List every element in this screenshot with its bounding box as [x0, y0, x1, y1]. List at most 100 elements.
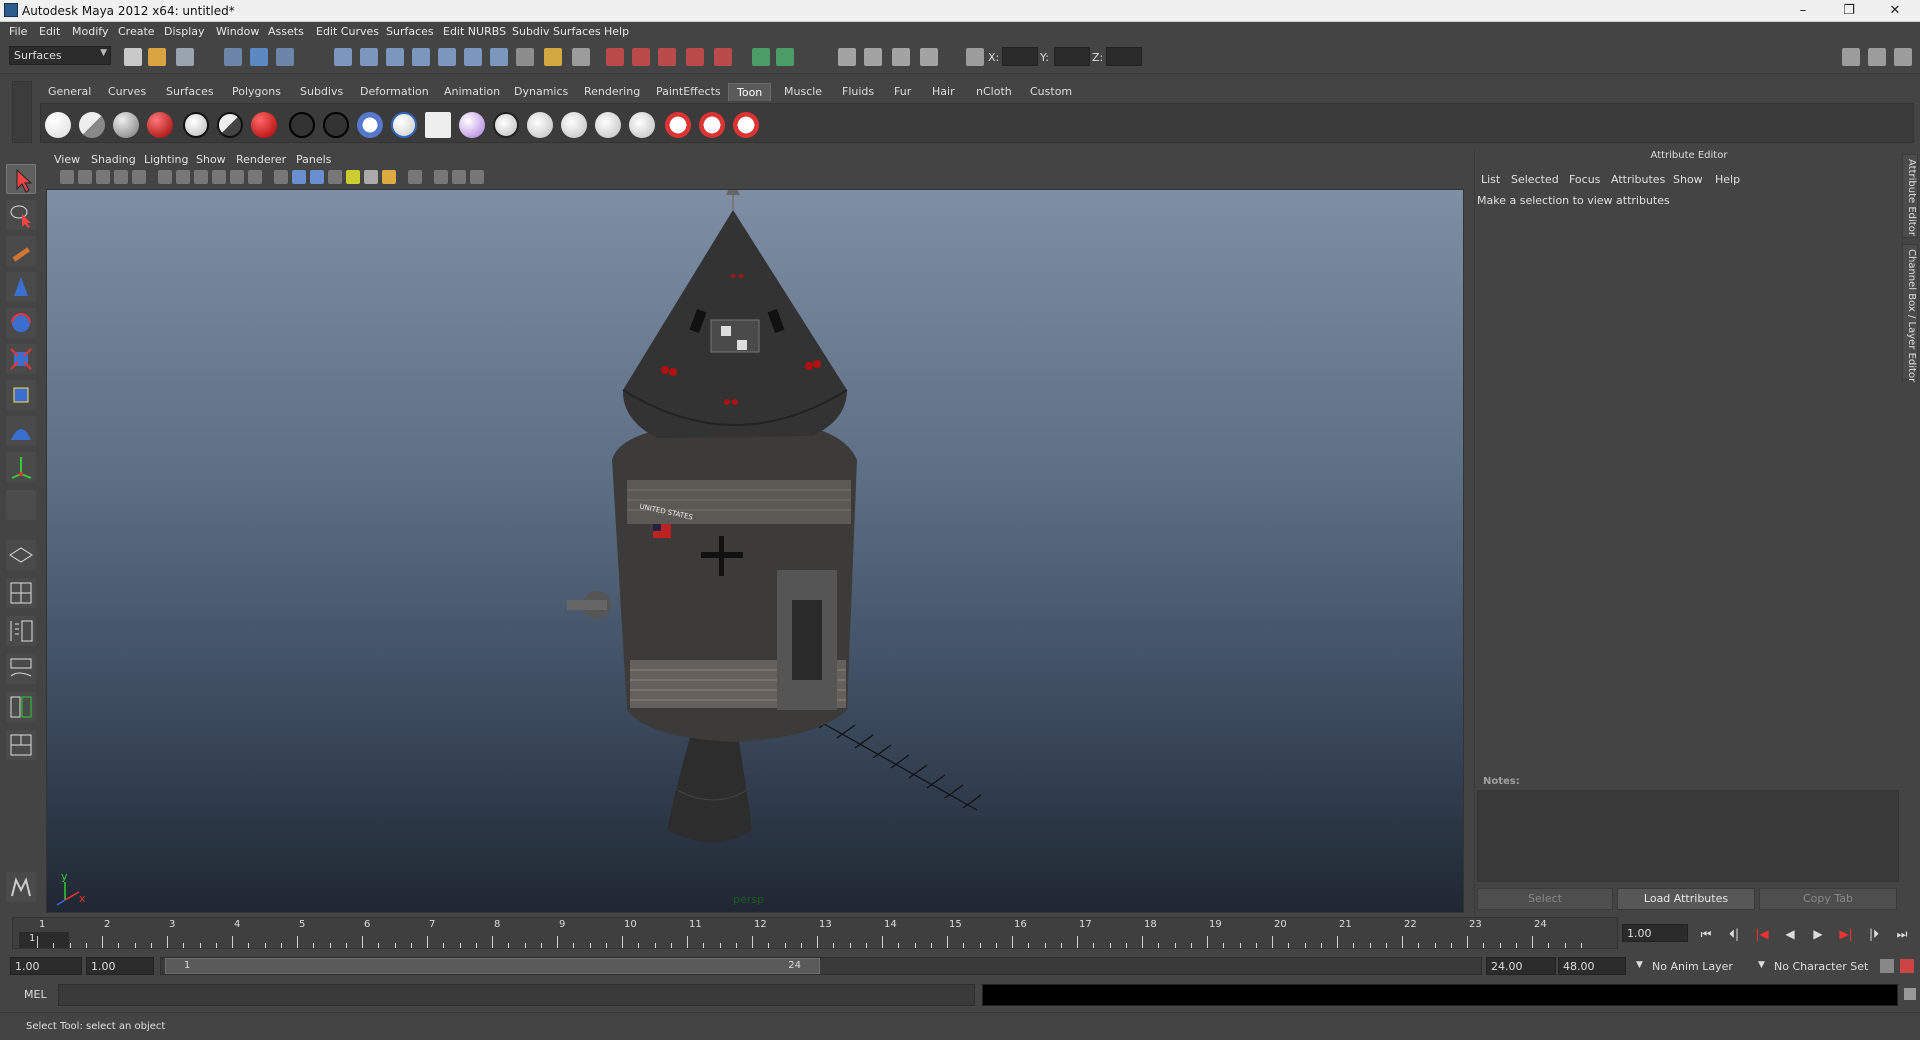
- four-view-layout-icon[interactable]: [6, 578, 36, 608]
- toolbox-collapse-icon[interactable]: [6, 768, 36, 784]
- textured-icon[interactable]: [328, 170, 342, 184]
- scale-tool-icon[interactable]: [6, 344, 36, 374]
- smooth-shade-icon[interactable]: [292, 170, 306, 184]
- time-slider[interactable]: 1 1 2 3 4 5 6 7 8 9 10 11 12 13 14 15 16 17 18 19 20 21 22 23 2…: [12, 917, 1618, 949]
- xray-components-icon[interactable]: [470, 170, 484, 184]
- hypershade-icon[interactable]: [686, 48, 704, 66]
- last-used-tool-icon[interactable]: [6, 490, 36, 520]
- menu-edit-nurbs[interactable]: Edit NURBS: [443, 25, 506, 38]
- input-line-icon[interactable]: [752, 48, 770, 66]
- step-back-key-button[interactable]: ⏴|: [1724, 924, 1744, 944]
- y-input[interactable]: [1054, 47, 1090, 66]
- copy-tab-button[interactable]: Copy Tab: [1759, 888, 1897, 910]
- maximize-button[interactable]: ❐: [1826, 0, 1872, 22]
- z-input[interactable]: [1106, 47, 1142, 66]
- panel-menu-panels[interactable]: Panels: [296, 153, 331, 166]
- channel-box-toggle-icon[interactable]: [1868, 48, 1886, 66]
- step-back-frame-button[interactable]: |◀: [1752, 924, 1772, 944]
- panel-menu-show[interactable]: Show: [196, 153, 226, 166]
- select-by-component-icon[interactable]: [276, 48, 294, 66]
- select-mode-icon[interactable]: [776, 48, 794, 66]
- play-forwards-button[interactable]: ▶: [1808, 924, 1828, 944]
- resolution-gate-icon[interactable]: [194, 170, 208, 184]
- close-button[interactable]: ✕: [1872, 0, 1918, 22]
- shelf-tab-curves[interactable]: Curves: [100, 83, 154, 101]
- panel-menu-renderer[interactable]: Renderer: [236, 153, 286, 166]
- toon-outline-profile-icon[interactable]: [323, 112, 349, 138]
- toon-lines-icon[interactable]: [629, 112, 655, 138]
- input-ops-icon[interactable]: [544, 48, 562, 66]
- ae-menu-show[interactable]: Show: [1673, 173, 1703, 186]
- playback-end-field[interactable]: 24.00: [1486, 957, 1556, 975]
- shelf-tab-deformation[interactable]: Deformation: [352, 83, 437, 101]
- safe-action-icon[interactable]: [248, 170, 262, 184]
- notes-textarea[interactable]: [1477, 790, 1899, 882]
- menu-window[interactable]: Window: [216, 25, 259, 38]
- transform-field-icon[interactable]: [966, 48, 984, 66]
- render-view-icon[interactable]: [714, 48, 732, 66]
- shelf-tab-surfaces[interactable]: Surfaces: [158, 83, 222, 101]
- current-frame-field[interactable]: 1.00: [1622, 924, 1688, 942]
- shelf-tab-muscle[interactable]: Muscle: [776, 83, 830, 101]
- toon-paint-icon[interactable]: [425, 112, 451, 138]
- range-slider-handle[interactable]: 1 24: [165, 958, 820, 974]
- menu-set-dropdown[interactable]: Surfaces ▼: [9, 46, 111, 65]
- paint-select-tool-icon[interactable]: [6, 236, 36, 266]
- toon-circle-highlight-icon[interactable]: [251, 112, 277, 138]
- toon-fill-shaded-icon[interactable]: [79, 112, 105, 138]
- auto-key-icon[interactable]: [1880, 959, 1894, 973]
- shelf-tab-polygons[interactable]: Polygons: [224, 83, 289, 101]
- anim-layer-dropdown[interactable]: No Anim Layer: [1652, 960, 1733, 973]
- ae-menu-help[interactable]: Help: [1715, 173, 1740, 186]
- toon-convert-icon[interactable]: [595, 112, 621, 138]
- character-set-dropdown[interactable]: No Character Set: [1774, 960, 1868, 973]
- camera-attributes-icon[interactable]: [78, 170, 92, 184]
- shelf-tab-hair[interactable]: Hair: [924, 83, 963, 101]
- select-tool-icon[interactable]: [6, 164, 36, 194]
- toon-preset-3-icon[interactable]: [733, 112, 759, 138]
- step-forward-frame-button[interactable]: ▶|: [1836, 924, 1856, 944]
- mel-label[interactable]: MEL: [24, 988, 47, 1001]
- menu-subdiv-surfaces[interactable]: Subdiv Surfaces: [512, 25, 601, 38]
- attribute-editor-tab[interactable]: Attribute Editor: [1902, 154, 1918, 238]
- menu-edit-curves[interactable]: Edit Curves: [316, 25, 379, 38]
- film-gate-icon[interactable]: [176, 170, 190, 184]
- show-hide-channel-box-icon[interactable]: [892, 48, 910, 66]
- animation-preferences-icon[interactable]: [1900, 959, 1914, 973]
- ae-menu-selected[interactable]: Selected: [1511, 173, 1559, 186]
- select-button[interactable]: Select: [1477, 888, 1613, 910]
- layout-icon[interactable]: [920, 48, 938, 66]
- animation-start-field[interactable]: 1.00: [10, 957, 82, 975]
- toon-fill-shaded-brightness-icon[interactable]: [113, 112, 139, 138]
- toon-dark-profile-icon[interactable]: [147, 112, 173, 138]
- animation-end-field[interactable]: 48.00: [1558, 957, 1626, 975]
- persp-outliner-layout-icon[interactable]: [6, 616, 36, 646]
- move-tool-icon[interactable]: [6, 272, 36, 302]
- shelf-tab-general[interactable]: General: [40, 83, 99, 101]
- layer-editor-toggle-icon[interactable]: [1894, 48, 1912, 66]
- shelf-tab-dynamics[interactable]: Dynamics: [506, 83, 576, 101]
- snap-view-plane-icon[interactable]: [412, 48, 430, 66]
- snap-point-icon[interactable]: [386, 48, 404, 66]
- x-input[interactable]: [1002, 47, 1038, 66]
- toon-assign-outline-icon[interactable]: [357, 112, 383, 138]
- panel-menu-lighting[interactable]: Lighting: [144, 153, 188, 166]
- toon-set-camera-icon[interactable]: [527, 112, 553, 138]
- shelf-tab-subdivs[interactable]: Subdivs: [292, 83, 351, 101]
- make-live-icon[interactable]: [438, 48, 456, 66]
- perspective-viewport[interactable]: UNITED STATES y x persp: [46, 189, 1464, 913]
- menu-edit[interactable]: Edit: [39, 25, 60, 38]
- panel-menu-shading[interactable]: Shading: [91, 153, 136, 166]
- play-backwards-button[interactable]: ◀: [1780, 924, 1800, 944]
- shadows-icon[interactable]: [364, 170, 378, 184]
- field-chart-icon[interactable]: [230, 170, 244, 184]
- persp-graph-layout-icon[interactable]: [6, 654, 36, 684]
- new-scene-icon[interactable]: [124, 48, 142, 66]
- two-d-pan-zoom-icon[interactable]: [132, 170, 146, 184]
- show-manipulator-icon[interactable]: [6, 452, 36, 482]
- menu-surfaces[interactable]: Surfaces: [386, 25, 434, 38]
- ipr-render-icon[interactable]: [632, 48, 650, 66]
- shelf-tab-toon[interactable]: Toon: [728, 83, 772, 101]
- snap-grid-icon[interactable]: [334, 48, 352, 66]
- shelf-tab-fluids[interactable]: Fluids: [834, 83, 882, 101]
